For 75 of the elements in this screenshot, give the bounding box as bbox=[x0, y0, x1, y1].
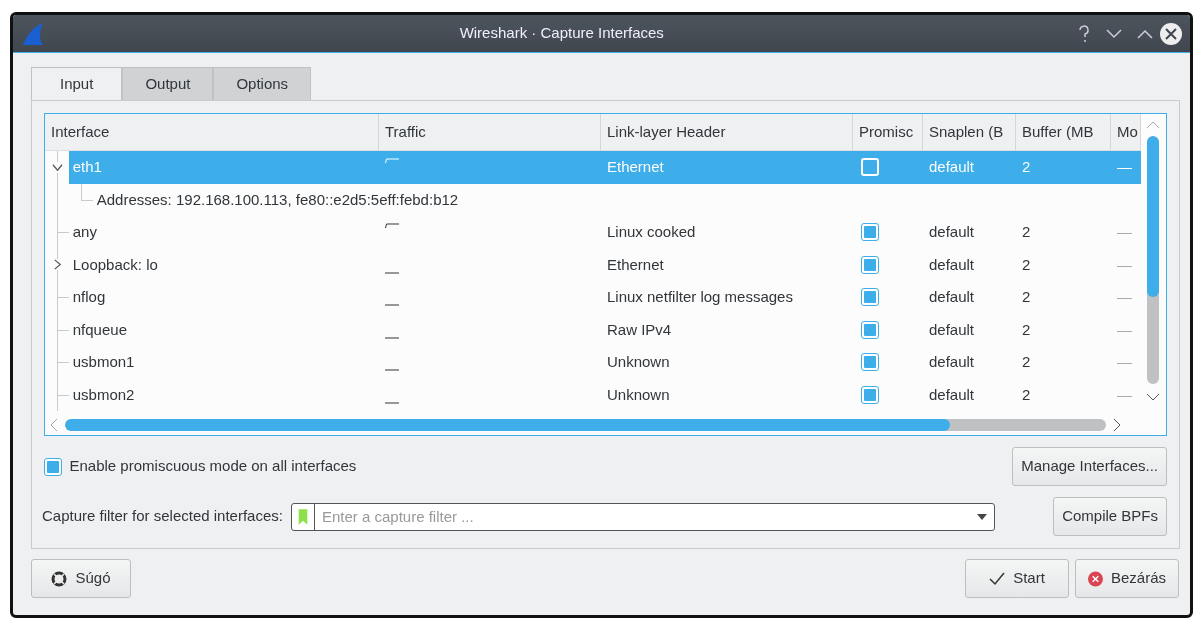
table-cell-text: 2 bbox=[1021, 352, 1032, 372]
table-cell-text: default bbox=[928, 254, 976, 275]
manage-interfaces-button[interactable]: Manage Interfaces... bbox=[1012, 447, 1167, 486]
minimize-icon[interactable] bbox=[1105, 28, 1122, 39]
interface-name[interactable]: usbmon2 bbox=[69, 383, 135, 406]
scroll-right-icon[interactable] bbox=[1112, 417, 1122, 432]
interface-name[interactable]: Loopback: lo bbox=[69, 253, 158, 276]
scroll-left-icon[interactable] bbox=[49, 417, 59, 432]
close-button[interactable]: Bezárás bbox=[1075, 559, 1179, 598]
table-cell-text: — bbox=[1117, 319, 1132, 340]
table-cell-text: default bbox=[928, 384, 976, 405]
checkbox[interactable] bbox=[861, 385, 879, 404]
table-cell-text: — bbox=[1117, 287, 1132, 307]
checkbox[interactable] bbox=[44, 457, 62, 476]
tab[interactable]: Output bbox=[122, 67, 214, 101]
scroll-up-icon[interactable] bbox=[1146, 120, 1160, 130]
table-cell-text: 2 bbox=[1021, 319, 1032, 340]
table-cell-text: Linux netfilter log messages bbox=[606, 287, 794, 307]
dropdown-icon[interactable] bbox=[977, 513, 988, 520]
column-header[interactable]: Snaplen (B bbox=[923, 114, 1016, 150]
checkbox-label[interactable]: Enable promiscuous mode on all interfaces bbox=[69, 455, 357, 478]
tab[interactable]: Input bbox=[31, 67, 123, 101]
column-header[interactable]: Interface bbox=[45, 114, 379, 150]
table-cell-text: 2 bbox=[1021, 384, 1032, 405]
maximize-icon[interactable] bbox=[1136, 28, 1153, 39]
horizontal-scrollbar[interactable] bbox=[65, 418, 1106, 431]
checkmark-icon bbox=[989, 571, 1006, 586]
column-header[interactable]: Traffic bbox=[379, 114, 601, 150]
start-button[interactable]: Start bbox=[965, 559, 1069, 598]
table-cell-text: — bbox=[1117, 222, 1132, 242]
tab[interactable]: Options bbox=[213, 67, 312, 101]
filter-label: Capture filter for selected interfaces: bbox=[42, 506, 283, 527]
lifebuoy-icon bbox=[51, 570, 68, 587]
capture-filter-field[interactable]: Enter a capture filter ... bbox=[290, 502, 996, 531]
table-cell-text: default bbox=[928, 157, 976, 177]
compile-bpfs-button[interactable]: Compile BPFs bbox=[1053, 497, 1167, 536]
column-header[interactable]: Promisc bbox=[853, 114, 923, 150]
scroll-down-icon[interactable] bbox=[1146, 391, 1160, 402]
table-cell-text: Linux cooked bbox=[606, 222, 697, 242]
help-button[interactable]: Súgó bbox=[31, 559, 131, 598]
table-cell-text: default bbox=[928, 222, 976, 242]
table-cell-text: 2 bbox=[1021, 254, 1032, 275]
address-text: Addresses: 192.168.100.113, fe80::e2d5:5eff:febd:b12 bbox=[95, 189, 459, 210]
table-cell-text: Unknown bbox=[606, 352, 671, 372]
table-cell-text: — bbox=[1117, 157, 1132, 177]
column-header[interactable]: Link-layer Header bbox=[601, 114, 853, 150]
table-cell-text: Raw IPv4 bbox=[606, 319, 673, 340]
checkbox[interactable] bbox=[861, 353, 879, 372]
close-icon[interactable] bbox=[1160, 22, 1182, 45]
table-cell-text: — bbox=[1117, 384, 1132, 405]
checkbox[interactable] bbox=[861, 255, 879, 274]
table-cell-text: default bbox=[928, 319, 976, 340]
table-cell-text: default bbox=[928, 352, 976, 372]
vertical-scrollbar[interactable] bbox=[1147, 136, 1159, 384]
checkbox[interactable] bbox=[861, 288, 879, 307]
checkbox[interactable] bbox=[861, 223, 879, 242]
table-cell-text: — bbox=[1117, 352, 1132, 372]
table-cell-text: Unknown bbox=[606, 384, 671, 405]
column-header[interactable]: Mo bbox=[1111, 114, 1141, 150]
help-icon[interactable] bbox=[1076, 23, 1091, 44]
table-cell-text: Ethernet bbox=[606, 157, 665, 177]
interface-name[interactable]: nfqueue bbox=[69, 318, 127, 341]
interface-name[interactable]: any bbox=[69, 221, 97, 244]
table-cell-text: 2 bbox=[1021, 222, 1032, 242]
table-cell-text: Ethernet bbox=[606, 254, 665, 275]
checkbox[interactable] bbox=[861, 320, 879, 339]
table-cell-text: 2 bbox=[1021, 287, 1032, 307]
interface-name[interactable]: nflog bbox=[69, 286, 106, 309]
window-title: Wireshark · Capture Interfaces bbox=[458, 23, 665, 44]
close-circle-icon bbox=[1088, 570, 1103, 587]
table-cell-text: 2 bbox=[1021, 157, 1032, 177]
interface-name[interactable]: usbmon1 bbox=[69, 351, 135, 374]
column-header[interactable]: Buffer (MB bbox=[1016, 114, 1111, 150]
table-cell-text: default bbox=[928, 287, 976, 307]
table-cell-text: — bbox=[1117, 254, 1132, 275]
